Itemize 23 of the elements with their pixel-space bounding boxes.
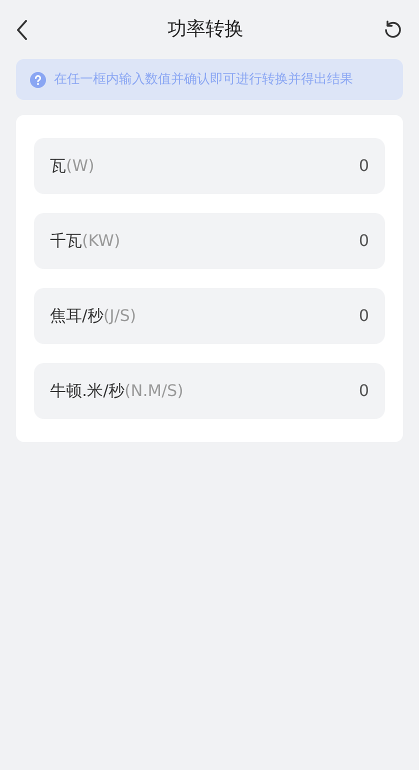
refresh-icon [383,20,403,40]
unit-name: 牛顿.米/秒 [50,380,124,402]
unit-field[interactable]: 焦耳/秒(J/S) 0 [34,288,385,344]
value-input[interactable]: 0 [249,304,369,328]
unit-name: 瓦 [50,155,66,177]
help-icon [30,72,46,88]
back-icon [16,20,28,40]
unit-field[interactable]: 千瓦(KW) 0 [34,213,385,269]
value-input[interactable]: 0 [249,154,369,178]
unit-field[interactable]: 牛顿.米/秒(N.M/S) 0 [34,363,385,419]
value-input[interactable]: 0 [249,229,369,253]
unit-name: 千瓦 [50,230,82,252]
unit-symbol: (W) [66,155,94,177]
unit-symbol: (KW) [82,230,120,252]
reset-button[interactable] [383,20,403,40]
unit-symbol: (J/S) [103,305,136,327]
value-input[interactable]: 0 [249,379,369,403]
unit-name: 焦耳/秒 [50,305,104,327]
info-text: 在任一框内输入数值并确认即可进行转换并得出结果 [54,70,353,89]
unit-field[interactable]: 瓦(W) 0 [34,138,385,194]
unit-symbol: (N.M/S) [124,380,184,402]
back-button[interactable] [16,20,28,40]
page-title: 功率转换 [168,17,244,42]
